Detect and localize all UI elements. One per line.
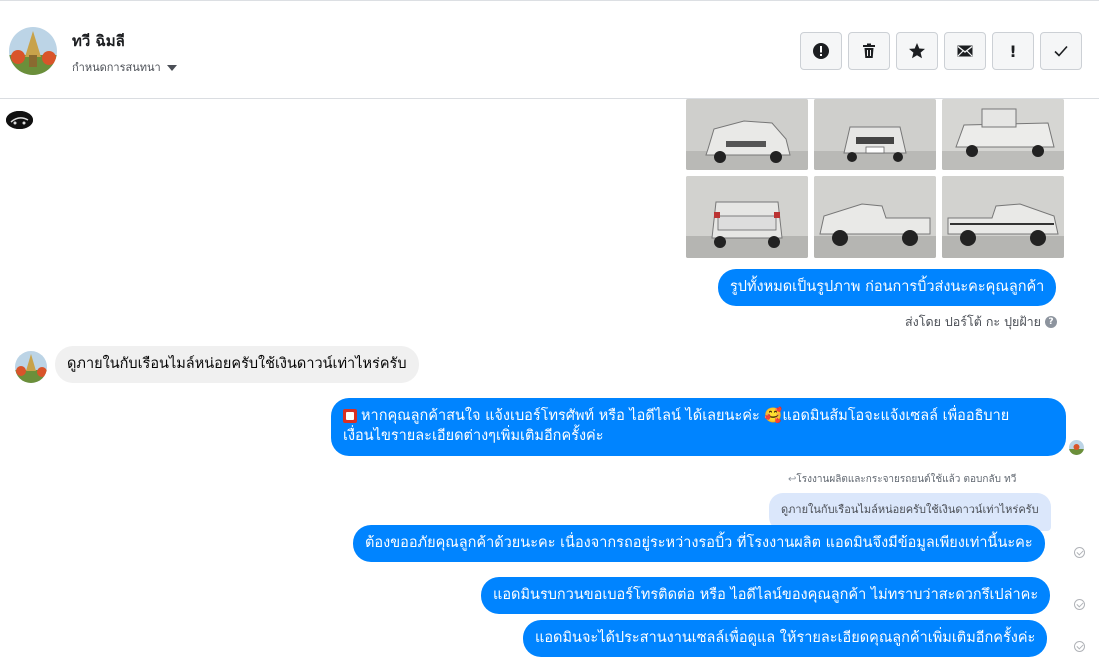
check-icon [1054,45,1068,57]
photo-attachment[interactable] [942,99,1064,170]
photo-attachment[interactable] [686,176,808,258]
outgoing-message[interactable]: แอดมินจะได้ประสานงานเซลล์เพื่อดูแล ให้รา… [523,620,1048,657]
incoming-message[interactable]: ดูภายในกับเรือนไมล์หน่อยครับใช้เงินดาวน์… [55,346,419,383]
sent-check-icon [1074,547,1085,558]
alert-button[interactable] [800,32,842,70]
promo-line-1: หากคุณลูกค้าสนใจ แจ้งเบอร์โทรศัพท์ หรือ … [361,408,1010,424]
envelope-icon [957,45,973,57]
page-avatar [6,111,33,129]
seen-avatar [1069,440,1084,455]
alert-circle-icon [813,43,829,59]
caret-down-icon [166,64,177,71]
photo-attachment[interactable] [814,176,936,258]
outgoing-message[interactable]: แอดมินรบกวนขอเบอร์โทรติดต่อ หรือ ไอดีไลน… [481,577,1051,614]
reply-context: ↩โรงงานผลิตและกระจายรถยนต์ใช้แล้ว ตอบกลั… [788,472,1016,487]
sent-check-icon [1074,641,1085,652]
outgoing-message[interactable]: หากคุณลูกค้าสนใจ แจ้งเบอร์โทรศัพท์ หรือ … [331,398,1066,456]
customer-avatar[interactable] [15,351,47,383]
trash-icon [863,43,875,58]
reply-context-text: โรงงานผลิตและกระจายรถยนต์ใช้แล้ว ตอบกลับ… [796,474,1017,485]
photo-attachment[interactable] [814,99,936,170]
conversation-header: ทวี ฉิมลี กำหนดการสนทนา ! [0,3,1099,99]
assign-conversation-dropdown[interactable]: กำหนดการสนทนา [72,58,177,76]
mark-done-button[interactable] [1040,32,1082,70]
sent-by-text: ส่งโดย ปอร์โต้ กะ ปุยฝ้าย [905,314,1042,329]
promo-line-2: เงื่อนไขรายละเอียดต่างๆเพิ่มเติมอีกครั้ง… [343,428,604,444]
contact-avatar[interactable] [9,27,57,75]
outgoing-message[interactable]: รูปทั้งหมดเป็นรูปภาพ ก่อนการบิ้วส่งนะคะค… [718,269,1057,306]
mark-unread-button[interactable] [944,32,986,70]
delete-button[interactable] [848,32,890,70]
contact-name[interactable]: ทวี ฉิมลี [72,29,125,53]
exclamation-icon: ! [1009,41,1017,61]
photo-attachment[interactable] [686,99,808,170]
assign-label: กำหนดการสนทนา [72,61,161,74]
sent-check-icon [1074,599,1085,610]
conversation-thread[interactable]: รูปทั้งหมดเป็นรูปภาพ ก่อนการบิ้วส่งนะคะค… [0,99,1099,665]
help-icon[interactable]: ? [1045,316,1058,328]
star-icon [909,43,925,59]
header-actions: ! [800,32,1082,70]
photo-attachment[interactable] [942,176,1064,258]
outgoing-message[interactable]: ต้องขออภัยคุณลูกค้าด้วยนะคะ เนื่องจากรถอ… [353,525,1045,562]
mark-spam-button[interactable]: ! [992,32,1034,70]
sent-by-label: ส่งโดย ปอร์โต้ กะ ปุยฝ้าย ? [905,312,1058,332]
telephone-icon [343,409,357,423]
star-button[interactable] [896,32,938,70]
